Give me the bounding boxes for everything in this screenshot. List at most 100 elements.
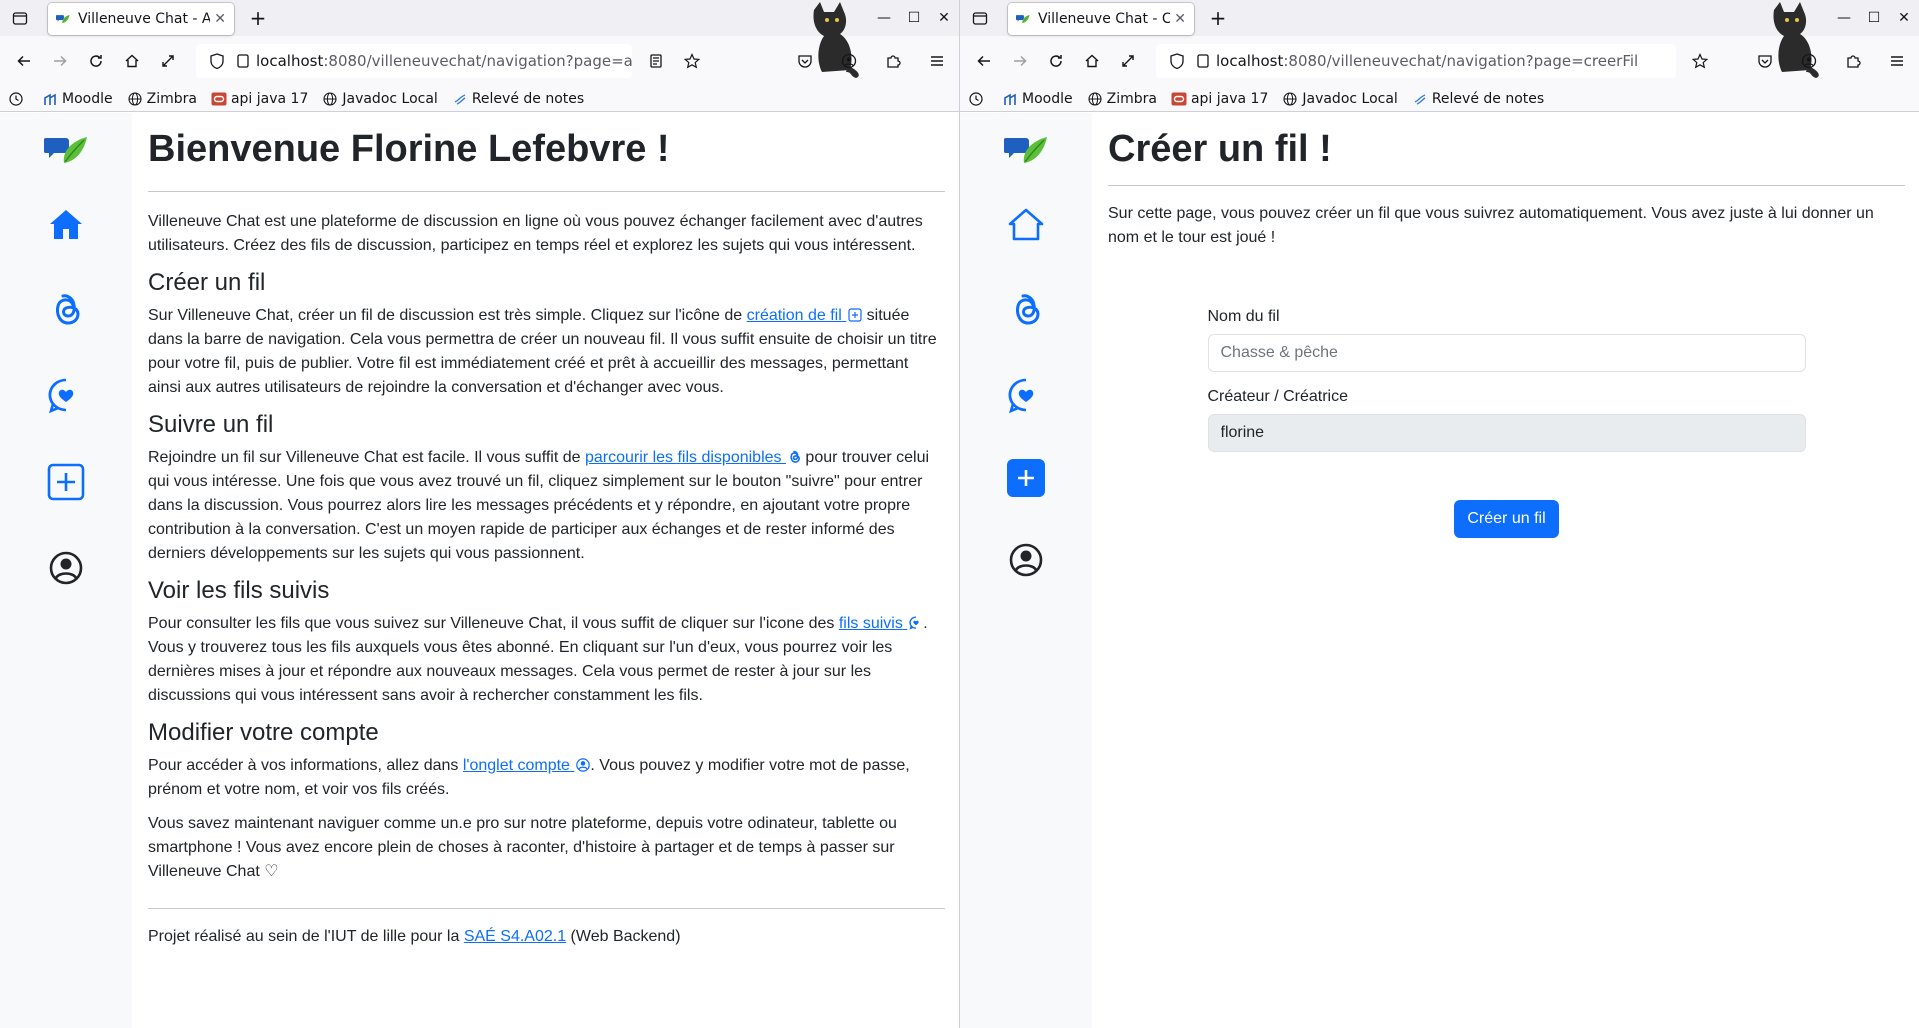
url-bar[interactable]: localhost:8080/villeneuvechat/navigation…: [196, 44, 632, 78]
bookmark-history-icon[interactable]: [8, 91, 28, 107]
browse-threads-link[interactable]: parcourir les fils disponibles: [585, 449, 801, 466]
bookmark-item[interactable]: Relevé de notes: [452, 91, 584, 107]
page-info-icon[interactable]: [236, 54, 250, 68]
forward-icon[interactable]: [44, 45, 76, 77]
section-text-followed: Pour consulter les fils que vous suivez …: [148, 612, 945, 708]
url-host: localhost: [256, 52, 324, 70]
tab-list-icon[interactable]: [0, 0, 40, 36]
maximize-icon[interactable]: ☐: [899, 10, 929, 26]
sidebar-item-home[interactable]: [43, 201, 89, 247]
new-tab-icon[interactable]: +: [1204, 6, 1232, 30]
moodle-icon: [1002, 91, 1018, 107]
bookmark-item[interactable]: Zimbra: [1087, 91, 1157, 107]
fullscreen-icon[interactable]: [152, 45, 184, 77]
bookmark-item[interactable]: Moodle: [42, 91, 113, 107]
url-bar[interactable]: localhost:8080/villeneuvechat/navigation…: [1156, 44, 1676, 78]
bookmark-history-icon[interactable]: [968, 91, 988, 107]
extensions-icon[interactable]: [877, 45, 909, 77]
sidebar-item-threads[interactable]: [1003, 287, 1049, 333]
intro-text: Villeneuve Chat est une plateforme de di…: [148, 212, 923, 254]
back-icon[interactable]: [968, 45, 1000, 77]
site-favicon-icon: [1016, 12, 1030, 26]
forward-icon[interactable]: [1004, 45, 1036, 77]
bookmark-label: Relevé de notes: [1431, 90, 1545, 107]
account-icon[interactable]: [833, 45, 865, 77]
villeneuve-chat-logo-icon[interactable]: [44, 135, 88, 165]
reload-icon[interactable]: [80, 45, 112, 77]
followed-threads-link[interactable]: fils suivis: [839, 615, 923, 632]
thread-name-input[interactable]: [1207, 333, 1806, 372]
pocket-icon[interactable]: [1749, 45, 1781, 77]
bookmark-item[interactable]: api java 17: [1171, 91, 1268, 107]
reload-icon[interactable]: [1040, 45, 1072, 77]
bookmark-item[interactable]: Javadoc Local: [1282, 91, 1398, 107]
sidebar-item-home[interactable]: [1003, 201, 1049, 247]
oracle-icon: [1171, 91, 1187, 107]
close-tab-icon[interactable]: ✕: [214, 11, 226, 27]
link-label: fils suivis: [838, 614, 903, 632]
bookmark-label: Zimbra: [146, 90, 197, 107]
tab-strip: Villeneuve Chat - Accueil ✕ + — ☐ ✕: [0, 0, 959, 78]
close-window-icon[interactable]: ✕: [1889, 10, 1919, 26]
page-footer: Projet réalisé au sein de l'IUT de lille…: [148, 907, 945, 949]
bookmark-star-icon[interactable]: [1684, 45, 1716, 77]
browser-tab-active[interactable]: Villeneuve Chat - Créer un fil ✕: [1008, 3, 1194, 35]
create-thread-form: Nom du fil Créateur / Créatrice Créer un…: [1207, 308, 1806, 538]
close-window-icon[interactable]: ✕: [929, 10, 959, 26]
section-title-account: Modifier votre compte: [148, 718, 379, 746]
text-fragment: Sur Villeneuve Chat, créer un fil de dis…: [148, 306, 747, 324]
account-icon[interactable]: [1793, 45, 1825, 77]
bookmark-item[interactable]: api java 17: [211, 91, 308, 107]
sidebar-item-create-thread[interactable]: [43, 459, 89, 505]
extensions-icon[interactable]: [1837, 45, 1869, 77]
sidebar-item-account[interactable]: [43, 545, 89, 591]
minimize-icon[interactable]: —: [1829, 10, 1859, 26]
home-icon[interactable]: [116, 45, 148, 77]
close-tab-icon[interactable]: ✕: [1174, 11, 1186, 27]
bookmark-item[interactable]: Zimbra: [127, 91, 197, 107]
url-host: localhost: [1216, 52, 1284, 70]
bookmark-label: api java 17: [1190, 90, 1269, 107]
sidebar-item-threads[interactable]: [43, 287, 89, 333]
toolbar-right: [1743, 36, 1919, 86]
page-title: Créer un fil !: [1108, 128, 1332, 170]
sidebar-item-followed[interactable]: [1003, 373, 1049, 419]
user-circle-icon: [1009, 543, 1043, 577]
sae-link[interactable]: SAÉ S4.A02.1: [464, 928, 566, 945]
window-controls: — ☐ ✕: [1829, 0, 1919, 36]
back-icon[interactable]: [8, 45, 40, 77]
main-content: Bienvenue Florine Lefebvre ! Villeneuve …: [132, 113, 959, 1028]
fullscreen-icon[interactable]: [1112, 45, 1144, 77]
section-title-follow: Suivre un fil: [148, 410, 274, 438]
pocket-icon[interactable]: [789, 45, 821, 77]
sidebar-item-account[interactable]: [1003, 537, 1049, 583]
reader-view-icon[interactable]: [640, 45, 672, 77]
new-tab-icon[interactable]: +: [244, 6, 272, 30]
create-thread-button[interactable]: Créer un fil: [1454, 499, 1559, 538]
globe-icon: [322, 91, 338, 107]
sidebar-item-followed[interactable]: [43, 373, 89, 419]
maximize-icon[interactable]: ☐: [1859, 10, 1889, 26]
shield-icon[interactable]: [210, 53, 224, 69]
site-favicon-icon: [56, 12, 70, 26]
shield-icon[interactable]: [1170, 53, 1184, 69]
link-label: parcourir les fils disponibles: [584, 448, 782, 466]
minimize-icon[interactable]: —: [869, 10, 899, 26]
sidebar-nav: [960, 113, 1092, 1028]
sidebar-item-create-thread[interactable]: [1007, 459, 1045, 497]
bookmark-star-icon[interactable]: [676, 45, 708, 77]
browser-tab-active[interactable]: Villeneuve Chat - Accueil ✕: [48, 3, 234, 35]
section-text-create: Sur Villeneuve Chat, créer un fil de dis…: [148, 304, 945, 400]
bookmark-item[interactable]: Moodle: [1002, 91, 1073, 107]
bookmark-item[interactable]: Javadoc Local: [322, 91, 438, 107]
menu-icon[interactable]: [1881, 45, 1913, 77]
create-thread-link[interactable]: création de fil: [747, 307, 863, 324]
menu-icon[interactable]: [921, 45, 953, 77]
villeneuve-chat-logo-icon[interactable]: [1004, 135, 1048, 165]
section-title-followed: Voir les fils suivis: [148, 576, 330, 604]
account-tab-link[interactable]: l'onglet compte: [463, 757, 591, 774]
bookmark-item[interactable]: Relevé de notes: [1412, 91, 1544, 107]
page-info-icon[interactable]: [1196, 54, 1210, 68]
tab-list-icon[interactable]: [960, 0, 1000, 36]
home-icon[interactable]: [1076, 45, 1108, 77]
